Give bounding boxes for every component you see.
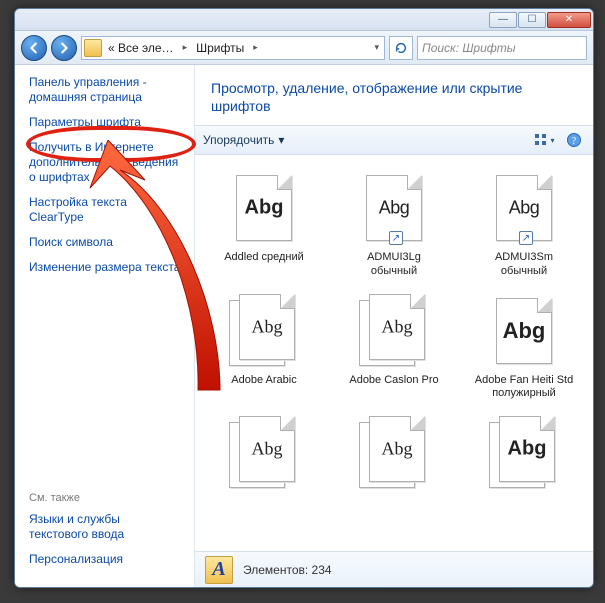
search-input[interactable]: Поиск: Шрифты [417, 36, 587, 60]
chevron-right-icon[interactable]: ▸ [180, 42, 191, 53]
sidebar-link-cleartype[interactable]: Настройка текста ClearType [29, 195, 182, 225]
font-file-icon: Abg [485, 414, 563, 492]
close-button[interactable]: ✕ [547, 12, 591, 28]
font-item[interactable]: Abg ↗ ADMUI3Sm обычный [461, 165, 587, 281]
font-sample-text: Abg [240, 316, 294, 337]
font-label: Addled средний [224, 251, 304, 264]
chevron-down-icon: ▾ [278, 133, 284, 147]
help-icon: ? [566, 132, 582, 148]
font-sample-text: Abg [497, 198, 551, 219]
font-file-icon: Abg [225, 414, 303, 492]
folder-icon [84, 39, 102, 57]
font-sample-text: Abg [370, 316, 424, 337]
arrow-right-icon [57, 41, 71, 55]
font-item[interactable]: Abg Addled средний [201, 165, 327, 281]
font-sample-text: Abg [237, 197, 291, 220]
status-bar: A Элементов: 234 [195, 551, 593, 587]
font-sample-text: Abg [497, 318, 551, 344]
status-text: Элементов: 234 [243, 563, 332, 577]
organize-label: Упорядочить [203, 133, 274, 147]
sidebar-link-text-size[interactable]: Изменение размера текста [29, 260, 182, 275]
font-item[interactable]: Abg Adobe Arabic [201, 288, 327, 404]
chevron-down-icon: ▾ [550, 136, 554, 145]
navbar: « Все эле… ▸ Шрифты ▸ ▾ Поиск: Шрифты [15, 31, 593, 65]
arrow-left-icon [27, 41, 41, 55]
font-sample-text: Abg [370, 439, 424, 460]
shortcut-overlay-icon: ↗ [519, 231, 533, 245]
minimize-button[interactable]: — [489, 12, 517, 28]
view-icon [533, 132, 549, 148]
font-sample-text: Abg [240, 439, 294, 460]
titlebar: — ☐ ✕ [15, 9, 593, 31]
font-item[interactable]: Abg Adobe Caslon Pro [331, 288, 457, 404]
organize-button[interactable]: Упорядочить ▾ [203, 133, 284, 147]
content-pane: Просмотр, удаление, отображение или скры… [195, 65, 593, 587]
sidebar-link-more-fonts-online[interactable]: Получить в Интернете дополнительные свед… [29, 140, 182, 185]
chevron-down-icon[interactable]: ▾ [371, 42, 382, 53]
font-item[interactable]: Abg [201, 410, 327, 500]
sidebar: Панель управления - домашняя страница Па… [15, 65, 195, 587]
nav-forward-button[interactable] [51, 35, 77, 61]
font-file-icon: Abg [225, 169, 303, 247]
font-file-icon: Abg [485, 292, 563, 370]
breadcrumb-current[interactable]: Шрифты [194, 41, 246, 55]
font-label: ADMUI3Lg обычный [344, 251, 444, 277]
nav-back-button[interactable] [21, 35, 47, 61]
font-file-icon: Abg ↗ [485, 169, 563, 247]
refresh-icon [394, 41, 408, 55]
font-file-icon: Abg [355, 414, 433, 492]
font-label: Adobe Arabic [231, 374, 296, 387]
seealso-heading: См. также [29, 492, 182, 504]
font-sample-text: Abg [367, 198, 421, 219]
font-file-icon: Abg [225, 292, 303, 370]
font-label: Adobe Caslon Pro [349, 374, 438, 387]
sidebar-link-font-params[interactable]: Параметры шрифта [29, 115, 182, 130]
font-label: ADMUI3Sm обычный [474, 251, 574, 277]
search-placeholder: Поиск: Шрифты [422, 41, 516, 55]
font-file-icon: Abg ↗ [355, 169, 433, 247]
address-bar[interactable]: « Все эле… ▸ Шрифты ▸ ▾ [81, 36, 385, 60]
font-item[interactable]: Abg Adobe Fan Heiti Std полужирный [461, 288, 587, 404]
page-title: Просмотр, удаление, отображение или скры… [195, 65, 593, 125]
sidebar-seealso-languages[interactable]: Языки и службы текстового ввода [29, 512, 182, 542]
sidebar-link-home[interactable]: Панель управления - домашняя страница [29, 75, 182, 105]
explorer-window: — ☐ ✕ « Все эле… ▸ Шрифты ▸ ▾ Поиск: Шри… [14, 8, 594, 588]
shortcut-overlay-icon: ↗ [389, 231, 403, 245]
font-label: Adobe Fan Heiti Std полужирный [474, 374, 574, 400]
font-file-icon: Abg [355, 292, 433, 370]
chevron-right-icon[interactable]: ▸ [250, 42, 261, 53]
font-item[interactable]: Abg [461, 410, 587, 500]
svg-text:?: ? [572, 136, 577, 147]
help-button[interactable]: ? [563, 129, 585, 151]
font-sample-text: Abg [500, 438, 554, 461]
font-item[interactable]: Abg ↗ ADMUI3Lg обычный [331, 165, 457, 281]
font-grid[interactable]: AbgAddled среднийAbg↗ADMUI3Lg обычныйAbg… [195, 155, 593, 551]
breadcrumb-root[interactable]: « Все эле… [106, 41, 176, 55]
font-item[interactable]: Abg [331, 410, 457, 500]
refresh-button[interactable] [389, 36, 413, 60]
maximize-button[interactable]: ☐ [518, 12, 546, 28]
view-button[interactable]: ▾ [533, 129, 555, 151]
sidebar-link-find-char[interactable]: Поиск символа [29, 235, 182, 250]
fonts-folder-icon: A [205, 556, 233, 584]
toolbar: Упорядочить ▾ ▾ ? [195, 125, 593, 155]
sidebar-seealso-personalization[interactable]: Персонализация [29, 552, 182, 567]
